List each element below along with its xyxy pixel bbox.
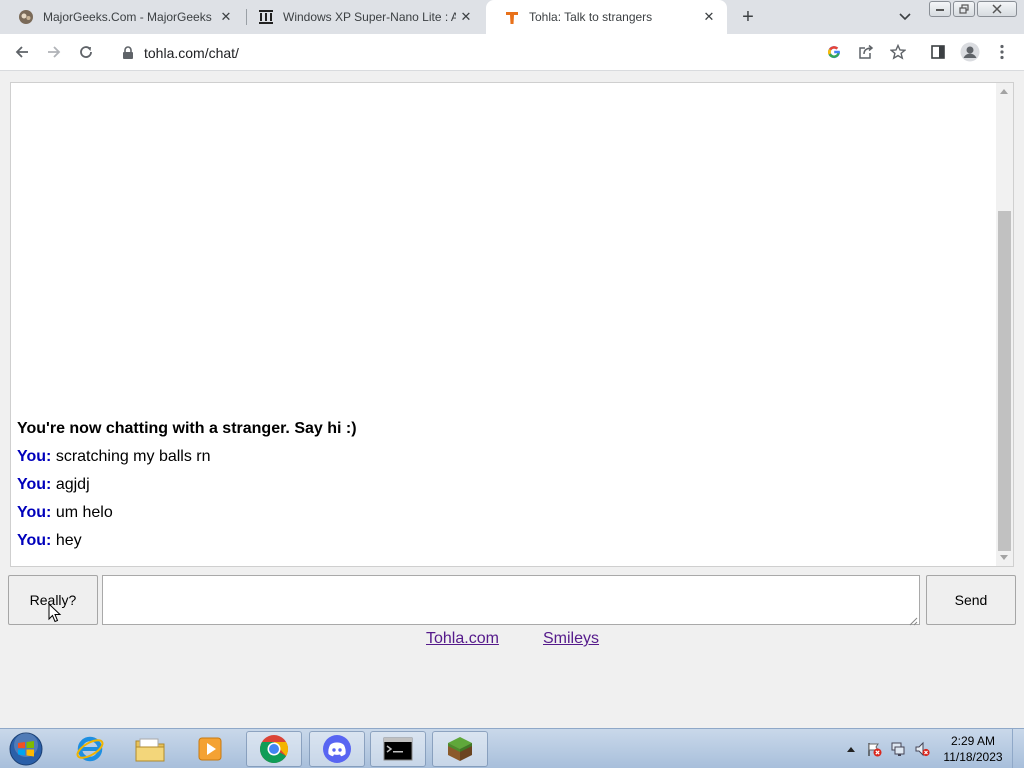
tab-archive[interactable]: Windows XP Super-Nano Lite : Al ✕ — [240, 0, 484, 34]
forward-arrow-icon[interactable] — [42, 40, 66, 64]
page-content: You're now chatting with a stranger. Say… — [0, 72, 1024, 728]
chat-log: You're now chatting with a stranger. Say… — [17, 419, 977, 559]
chat-message: You: agjdj — [17, 475, 977, 503]
message-sender: You: — [17, 532, 52, 549]
message-input[interactable] — [102, 575, 920, 625]
url-text: tohla.com/chat/ — [144, 44, 239, 61]
message-text: hey — [55, 532, 82, 549]
system-clock[interactable]: 2:29 AM 11/18/2023 — [940, 733, 1006, 765]
chrome-icon[interactable] — [246, 731, 302, 767]
send-button[interactable]: Send — [926, 575, 1016, 625]
message-text: um helo — [55, 504, 113, 521]
command-prompt-icon[interactable] — [370, 731, 426, 767]
archive-org-favicon-icon — [258, 9, 274, 25]
windows-taskbar: 2:29 AM 11/18/2023 — [0, 728, 1024, 768]
message-sender: You: — [17, 476, 52, 493]
action-center-flag-icon[interactable] — [865, 740, 883, 758]
share-icon[interactable] — [854, 40, 878, 64]
tohla-home-link[interactable]: Tohla.com — [426, 630, 499, 648]
chat-message: You: um helo — [17, 503, 977, 531]
tab-search-chevron-icon[interactable] — [895, 8, 915, 26]
discord-icon[interactable] — [309, 731, 365, 767]
scroll-down-arrow-icon[interactable] — [1000, 555, 1008, 560]
browser-toolbar: tohla.com/chat/ — [0, 34, 1024, 71]
majorgeeks-favicon-icon — [18, 9, 34, 25]
tab-title: MajorGeeks.Com - MajorGeeks — [43, 10, 212, 24]
clock-time: 2:29 AM — [950, 734, 996, 748]
tohla-favicon-icon — [504, 9, 520, 25]
chat-message: You: scratching my balls rn — [17, 447, 977, 475]
chat-status-message: You're now chatting with a stranger. Say… — [17, 420, 357, 437]
reload-icon[interactable] — [74, 40, 98, 64]
resize-grip-icon[interactable] — [908, 613, 918, 626]
back-arrow-icon[interactable] — [10, 40, 34, 64]
footer-links: Tohla.com Smileys — [0, 630, 1024, 652]
message-text: scratching my balls rn — [55, 448, 211, 465]
profile-avatar-icon[interactable] — [958, 40, 982, 64]
restore-icon[interactable] — [953, 1, 975, 17]
file-explorer-icon[interactable] — [122, 731, 178, 767]
chat-log-box[interactable]: You're now chatting with a stranger. Say… — [10, 82, 1014, 567]
tab-title: Windows XP Super-Nano Lite : Al — [283, 10, 456, 24]
scrollbar-thumb[interactable] — [998, 211, 1011, 551]
tab-close-icon[interactable]: ✕ — [456, 7, 476, 27]
bookmark-star-icon[interactable] — [886, 40, 910, 64]
minimize-icon[interactable] — [929, 1, 951, 17]
close-window-icon[interactable] — [977, 1, 1017, 17]
smileys-link[interactable]: Smileys — [543, 630, 599, 648]
message-sender: You: — [17, 448, 52, 465]
volume-muted-icon[interactable] — [913, 740, 931, 758]
chat-message: You: hey — [17, 531, 977, 559]
show-desktop-button[interactable] — [1012, 729, 1024, 768]
media-player-icon[interactable] — [182, 731, 238, 767]
google-lens-icon[interactable] — [822, 40, 846, 64]
address-bar[interactable]: tohla.com/chat/ — [110, 38, 913, 67]
kebab-menu-icon[interactable] — [990, 40, 1014, 64]
chat-scrollbar[interactable] — [996, 83, 1013, 566]
tab-close-icon[interactable]: ✕ — [699, 7, 719, 27]
tab-title: Tohla: Talk to strangers — [529, 10, 653, 24]
message-text: agjdj — [55, 476, 90, 493]
tray-expand-arrow-icon[interactable] — [842, 740, 860, 758]
clock-date: 11/18/2023 — [943, 750, 1003, 764]
tab-majorgeeks[interactable]: MajorGeeks.Com - MajorGeeks ✕ — [0, 0, 244, 34]
minecraft-icon[interactable] — [432, 731, 488, 767]
start-orb-icon[interactable] — [6, 731, 46, 767]
internet-explorer-icon[interactable] — [62, 731, 118, 767]
new-tab-button[interactable]: + — [736, 6, 760, 28]
tab-tohla[interactable]: Tohla: Talk to strangers ✕ — [486, 0, 727, 34]
network-icon[interactable] — [889, 740, 907, 758]
message-sender: You: — [17, 504, 52, 521]
mouse-cursor-icon — [48, 602, 62, 628]
tab-strip: MajorGeeks.Com - MajorGeeks ✕ Windows XP… — [0, 0, 1024, 34]
tab-close-icon[interactable]: ✕ — [216, 7, 236, 27]
scroll-up-arrow-icon[interactable] — [1000, 89, 1008, 94]
lock-icon — [122, 45, 134, 60]
side-panel-icon[interactable] — [926, 40, 950, 64]
